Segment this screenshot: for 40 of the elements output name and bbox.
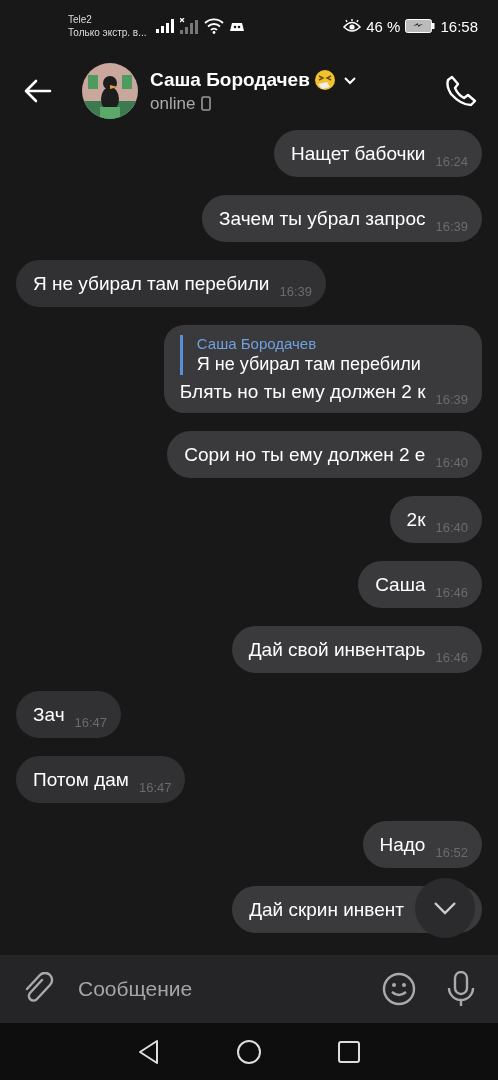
back-nav-icon[interactable] xyxy=(137,1038,161,1065)
battery-percent: 46 % xyxy=(366,17,401,35)
quote-text: Я не убирал там перебили xyxy=(196,354,422,375)
chevron-down-icon xyxy=(433,901,457,915)
message-text: Саша xyxy=(375,574,426,596)
battery-icon xyxy=(405,19,436,33)
no-signal-icon xyxy=(180,18,199,34)
message-text: Потом дам xyxy=(33,769,129,791)
wifi-icon xyxy=(204,18,225,34)
recents-nav-icon[interactable] xyxy=(337,1039,361,1064)
message-input[interactable]: Сообщение xyxy=(78,969,382,1009)
message-time: 16:47 xyxy=(74,715,108,730)
message-text: Я не убирал там перебили xyxy=(33,273,270,295)
quote-author: Саша Бородачев xyxy=(196,335,318,352)
message-time: 16:39 xyxy=(279,284,312,299)
message-bar[interactable]: Сообщение xyxy=(0,955,498,1023)
message-text: Надо xyxy=(379,834,426,856)
signal-icon xyxy=(156,19,175,33)
message-text: Сори но ты ему должен 2 е xyxy=(184,444,426,466)
sneezing-face-icon xyxy=(313,68,336,91)
phone-call-icon[interactable] xyxy=(444,74,478,108)
message-text: Дай скрин инвент xyxy=(249,899,404,921)
eye-icon xyxy=(343,19,362,33)
message-text: Зачем ты убрал запрос xyxy=(219,208,426,230)
message-text: 2к xyxy=(406,509,426,531)
emoji-icon[interactable] xyxy=(382,972,416,1006)
presence-status: online xyxy=(150,93,196,114)
microphone-icon[interactable] xyxy=(446,971,476,1007)
message-text: Дай свой инвентарь xyxy=(248,639,426,661)
message-text: Зач xyxy=(33,704,65,726)
message-text: Блять но ты ему должен 2 к xyxy=(179,381,426,403)
network-note: Только экстр. в... xyxy=(68,26,147,39)
gamepad-icon xyxy=(230,20,245,32)
message-time: 16:47 xyxy=(138,780,172,795)
contact-name: Саша Бородачев xyxy=(150,68,310,91)
carrier-name: Tele2 xyxy=(68,13,93,26)
message-text: Нащет бабочки xyxy=(290,143,426,165)
home-nav-icon[interactable] xyxy=(236,1038,262,1065)
clock: 16:58 xyxy=(440,17,478,35)
phone-device-icon xyxy=(201,96,212,111)
